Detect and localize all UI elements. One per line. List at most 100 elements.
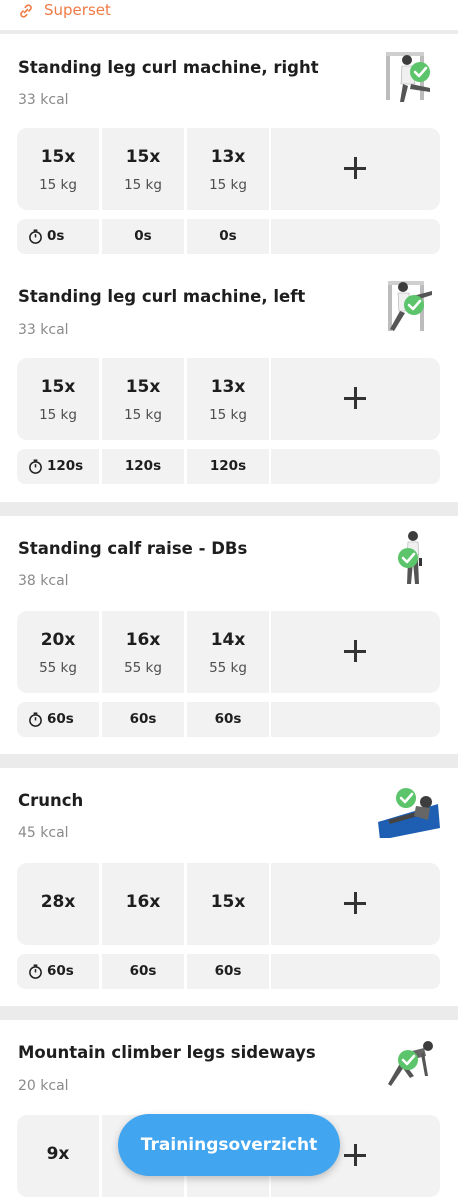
- set-cell[interactable]: 13x 15 kg: [187, 128, 269, 210]
- rest-cell[interactable]: 60s: [17, 954, 99, 989]
- plus-icon: [344, 640, 366, 662]
- set-weight: 15 kg: [124, 177, 162, 193]
- rest-empty-cell: [271, 449, 440, 484]
- set-reps: 15x: [40, 147, 76, 167]
- set-cell[interactable]: 28x: [17, 863, 99, 945]
- exercise-kcal: 33 kcal: [18, 92, 69, 108]
- exercise-thumbnail[interactable]: [380, 46, 440, 108]
- set-reps: 9x: [46, 1144, 70, 1164]
- set-cell[interactable]: 15x: [187, 863, 269, 945]
- set-reps: 15x: [125, 377, 161, 397]
- exercise-title[interactable]: Standing leg curl machine, right: [18, 58, 319, 77]
- exercise-thumbnail[interactable]: [380, 1032, 440, 1094]
- rest-cell[interactable]: 120s: [102, 449, 184, 484]
- set-weight: 55 kg: [209, 660, 247, 676]
- training-overview-button[interactable]: Trainingsoverzicht: [118, 1114, 340, 1176]
- add-set-button[interactable]: [271, 128, 440, 210]
- set-weight: 15 kg: [209, 177, 247, 193]
- rest-empty-cell: [271, 954, 440, 989]
- set-weight: 15 kg: [39, 177, 77, 193]
- exercise-kcal: 20 kcal: [18, 1078, 69, 1094]
- exercise-title[interactable]: Standing leg curl machine, left: [18, 287, 305, 306]
- superset-label: Superset: [44, 1, 111, 19]
- set-reps: 15x: [125, 147, 161, 167]
- set-weight: 15 kg: [209, 407, 247, 423]
- add-set-button[interactable]: [271, 358, 440, 440]
- rest-row: 60s 60s 60s: [17, 954, 440, 989]
- sets-row: 15x 15 kg 15x 15 kg 13x 15 kg: [17, 128, 440, 210]
- rest-value: 0s: [134, 228, 152, 244]
- rest-cell[interactable]: 0s: [102, 219, 184, 254]
- set-cell[interactable]: 16x: [102, 863, 184, 945]
- exercise-title[interactable]: Standing calf raise - DBs: [18, 539, 247, 558]
- timer-icon: [29, 459, 42, 474]
- sets-row: 28x 16x 15x: [17, 863, 440, 945]
- rest-cell[interactable]: 0s: [187, 219, 269, 254]
- plus-icon: [344, 892, 366, 914]
- rest-cell[interactable]: 60s: [187, 702, 269, 737]
- set-cell[interactable]: 16x 55 kg: [102, 611, 184, 693]
- add-set-button[interactable]: [271, 611, 440, 693]
- rest-value: 120s: [124, 458, 162, 474]
- set-cell[interactable]: 15x 15 kg: [102, 358, 184, 440]
- rest-row: 60s 60s 60s: [17, 702, 440, 737]
- set-reps: 20x: [40, 630, 76, 650]
- exercise-thumbnail[interactable]: [380, 275, 440, 337]
- set-cell[interactable]: 15x 15 kg: [17, 358, 99, 440]
- rest-cell[interactable]: 60s: [102, 702, 184, 737]
- rest-value: 60s: [214, 963, 242, 979]
- exercise-title[interactable]: Mountain climber legs sideways: [18, 1043, 316, 1062]
- rest-row: 0s 0s 0s: [17, 219, 440, 254]
- plus-icon: [344, 157, 366, 179]
- sets-row: 20x 55 kg 16x 55 kg 14x 55 kg: [17, 611, 440, 693]
- set-weight: 15 kg: [39, 407, 77, 423]
- exercise-title[interactable]: Crunch: [18, 791, 83, 810]
- set-cell[interactable]: 20x 55 kg: [17, 611, 99, 693]
- rest-value: 0s: [47, 228, 65, 244]
- set-weight: 55 kg: [39, 660, 77, 676]
- rest-cell[interactable]: 120s: [17, 449, 99, 484]
- exercise-kcal: 45 kcal: [18, 825, 69, 841]
- set-reps: 16x: [125, 630, 161, 650]
- rest-empty-cell: [271, 219, 440, 254]
- plus-icon: [344, 387, 366, 409]
- link-icon: [20, 4, 32, 18]
- rest-cell[interactable]: 60s: [102, 954, 184, 989]
- timer-icon: [29, 712, 42, 727]
- set-reps: 15x: [40, 377, 76, 397]
- rest-value: 60s: [129, 711, 157, 727]
- rest-value: 60s: [214, 711, 242, 727]
- set-cell[interactable]: 15x 15 kg: [17, 128, 99, 210]
- rest-value: 0s: [219, 228, 237, 244]
- rest-empty-cell: [271, 702, 440, 737]
- exercise-card: Crunch 45 kcal 28x 16x 15x 60s 60s 60s: [0, 768, 458, 1006]
- exercise-thumbnail[interactable]: [376, 776, 440, 838]
- rest-row: 120s 120s 120s: [17, 449, 440, 484]
- set-cell[interactable]: 9x: [17, 1115, 99, 1197]
- rest-value: 60s: [47, 711, 74, 727]
- set-weight: 15 kg: [124, 407, 162, 423]
- set-reps: 15x: [210, 892, 246, 912]
- rest-cell[interactable]: 60s: [17, 702, 99, 737]
- set-reps: 16x: [125, 892, 161, 912]
- rest-cell[interactable]: 120s: [187, 449, 269, 484]
- rest-value: 120s: [209, 458, 247, 474]
- set-cell[interactable]: 14x 55 kg: [187, 611, 269, 693]
- set-cell[interactable]: 15x 15 kg: [102, 128, 184, 210]
- superset-header[interactable]: Superset: [0, 0, 458, 30]
- rest-value: 60s: [47, 963, 74, 979]
- rest-cell[interactable]: 0s: [17, 219, 99, 254]
- set-cell[interactable]: 13x 15 kg: [187, 358, 269, 440]
- set-reps: 28x: [40, 892, 76, 912]
- plus-icon: [344, 1144, 366, 1166]
- rest-value: 60s: [129, 963, 157, 979]
- set-weight: 55 kg: [124, 660, 162, 676]
- rest-cell[interactable]: 60s: [187, 954, 269, 989]
- timer-icon: [29, 964, 42, 979]
- sets-row: 15x 15 kg 15x 15 kg 13x 15 kg: [17, 358, 440, 440]
- exercise-kcal: 33 kcal: [18, 322, 69, 338]
- add-set-button[interactable]: [271, 863, 440, 945]
- exercise-thumbnail[interactable]: [380, 528, 440, 590]
- timer-icon: [29, 229, 42, 244]
- rest-value: 120s: [47, 458, 84, 474]
